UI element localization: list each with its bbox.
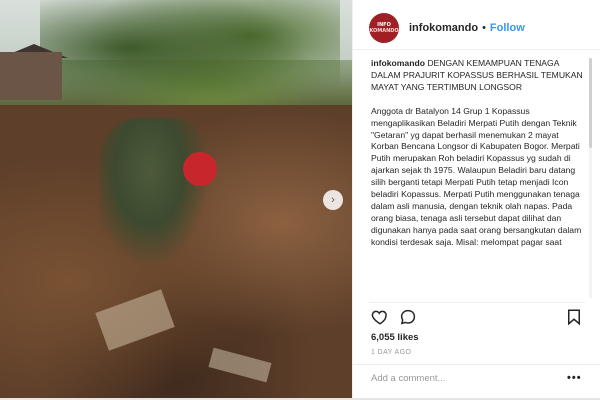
post-actions	[369, 308, 585, 330]
caption-title-paragraph: infokomando DENGAN KEMAMPUAN TENAGA DALA…	[371, 58, 583, 94]
post-media-image[interactable]: ›	[0, 0, 352, 398]
likes-count[interactable]: 6,055 likes	[371, 332, 419, 343]
comment-input[interactable]: Add a comment...	[371, 373, 445, 384]
avatar-text-bottom: KOMANDO	[369, 27, 399, 34]
avatar[interactable]: INFO KOMANDO	[369, 12, 399, 43]
post-header: INFO KOMANDO infokomando • Follow	[353, 6, 600, 50]
image-trees	[40, 0, 340, 120]
separator-dot: •	[482, 21, 486, 34]
heart-icon[interactable]	[371, 308, 389, 326]
comment-icon[interactable]	[399, 308, 417, 326]
image-red-beret	[183, 152, 217, 186]
next-image-button[interactable]: ›	[323, 190, 343, 210]
bookmark-icon[interactable]	[565, 308, 583, 326]
image-house	[0, 52, 62, 100]
caption-scroll-thumb[interactable]	[589, 58, 592, 148]
image-soldier	[100, 118, 210, 268]
divider	[369, 302, 585, 303]
caption-username[interactable]: infokomando	[371, 58, 425, 68]
divider	[353, 364, 600, 365]
caption-scrollbar[interactable]	[589, 58, 592, 298]
chevron-right-icon: ›	[331, 194, 335, 206]
follow-button[interactable]: Follow	[490, 22, 525, 34]
caption-body: Anggota dr Batalyon 14 Grup 1 Kopassus m…	[371, 105, 582, 247]
post-side-panel: INFO KOMANDO infokomando • Follow infoko…	[352, 0, 600, 398]
post-timestamp: 1 DAY AGO	[371, 349, 412, 356]
more-options-button[interactable]: •••	[567, 372, 582, 384]
post-caption: infokomando DENGAN KEMAMPUAN TENAGA DALA…	[371, 58, 583, 302]
username-link[interactable]: infokomando	[409, 22, 478, 34]
